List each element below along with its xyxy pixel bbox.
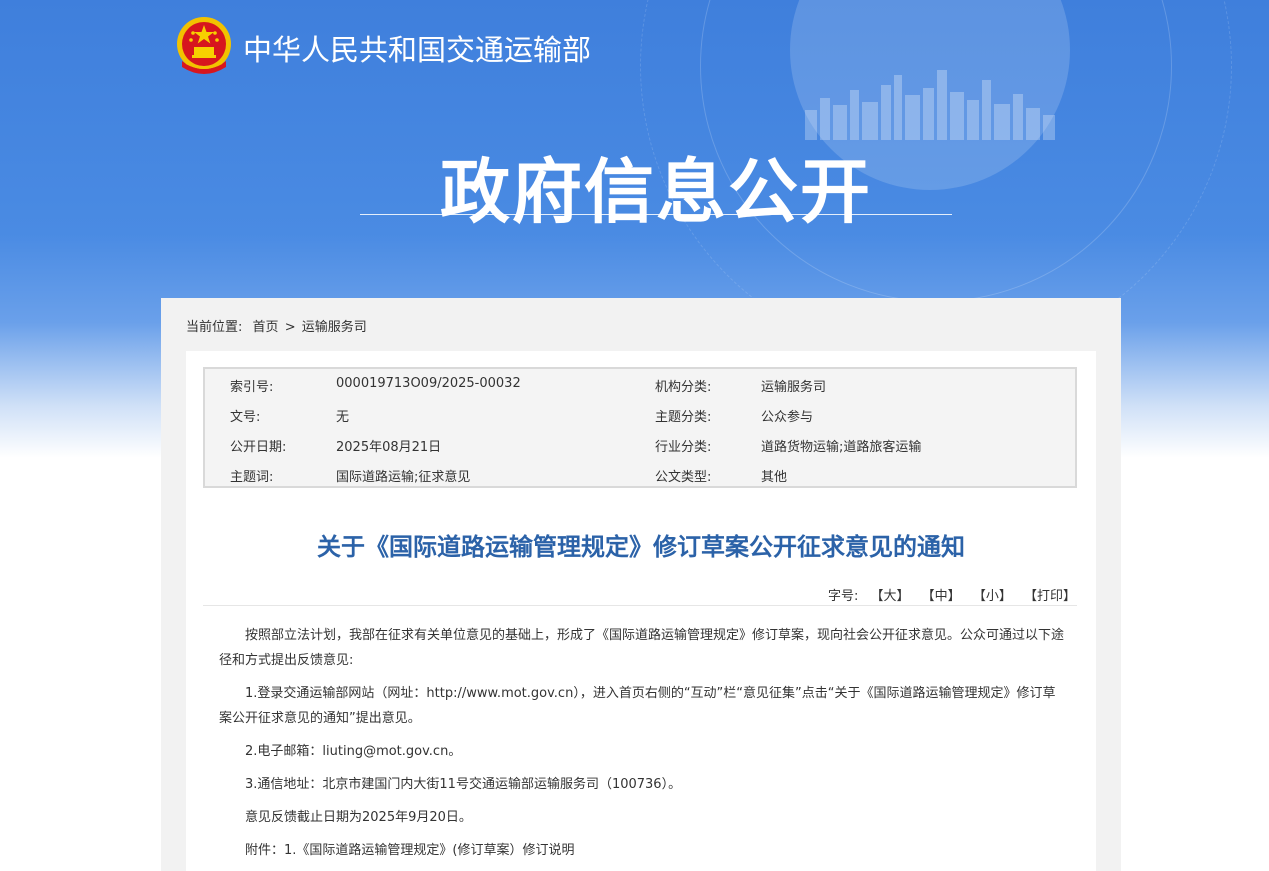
meta-label: 机构分类: [655, 380, 712, 395]
article-paragraph: 意见反馈截止日期为2025年9月20日。 [245, 810, 472, 825]
font-size-label: 字号: [827, 589, 859, 604]
metadata-table: 索引号: 000019713O09/2025-00032 机构分类: 运输服务司… [203, 367, 1077, 488]
metadata-row: 文号: 无 主题分类: 公众参与 [205, 399, 1079, 429]
city-skyline-graphic [805, 70, 1055, 140]
metadata-row: 索引号: 000019713O09/2025-00032 机构分类: 运输服务司 [205, 369, 1079, 399]
national-emblem-icon [177, 17, 231, 74]
breadcrumb-label: 当前位置: [186, 320, 243, 335]
hero-underline [360, 214, 952, 215]
meta-value: 000019713O09/2025-00032 [336, 376, 521, 391]
meta-value: 道路货物运输;道路旅客运输 [761, 440, 922, 455]
meta-label: 主题分类: [655, 410, 712, 425]
article-paragraph: 2.电子邮箱：liuting@mot.gov.cn。 [245, 744, 462, 759]
breadcrumb-current-link[interactable]: 运输服务司 [302, 320, 367, 335]
article-paragraph: 按照部立法计划，我部在征求有关单位意见的基础上，形成了《国际道路运输管理规定》修… [219, 628, 1065, 668]
meta-value: 国际道路运输;征求意见 [336, 470, 471, 485]
article-paragraph: 3.通信地址：北京市建国门内大街11号交通运输部运输服务司（100736）。 [245, 777, 682, 792]
breadcrumb: 当前位置: 首页 > 运输服务司 [186, 316, 373, 335]
main-content: 当前位置: 首页 > 运输服务司 索引号: 000019713O09/2025-… [161, 298, 1121, 871]
breadcrumb-separator: > [284, 320, 296, 335]
metadata-row: 公开日期: 2025年08月21日 行业分类: 道路货物运输;道路旅客运输 [205, 429, 1079, 459]
print-button[interactable]: 【打印】 [1024, 589, 1076, 604]
breadcrumb-home-link[interactable]: 首页 [253, 320, 279, 335]
meta-label: 公文类型: [655, 470, 712, 485]
metadata-row: 主题词: 国际道路运输;征求意见 公文类型: 其他 [205, 459, 1079, 489]
article-card: 索引号: 000019713O09/2025-00032 机构分类: 运输服务司… [186, 351, 1096, 871]
meta-value: 公众参与 [761, 410, 814, 425]
attachment-link[interactable]: 附件：1.《国际道路运输管理规定》(修订草案）修订说明 [219, 838, 1064, 863]
meta-label: 主题词: [230, 470, 274, 485]
font-large-button[interactable]: 【大】 [871, 589, 910, 604]
font-small-button[interactable]: 【小】 [973, 589, 1012, 604]
meta-label: 索引号: [230, 380, 274, 395]
hero-title: 政府信息公开 [440, 150, 872, 233]
title-divider [203, 605, 1077, 606]
meta-value: 其他 [761, 470, 788, 485]
meta-label: 行业分类: [655, 440, 712, 455]
site-name[interactable]: 中华人民共和国交通运输部 [243, 27, 591, 69]
article-body: 按照部立法计划，我部在征求有关单位意见的基础上，形成了《国际道路运输管理规定》修… [219, 623, 1064, 871]
article-title: 关于《国际道路运输管理规定》修订草案公开征求意见的通知 [317, 533, 965, 561]
article-paragraph: 1.登录交通运输部网站（网址：http://www.mot.gov.cn），进入… [219, 686, 1056, 726]
font-medium-button[interactable]: 【中】 [922, 589, 961, 604]
font-size-toolbar: 字号: 【大】 【中】 【小】 【打印】 [828, 585, 1076, 604]
meta-value: 2025年08月21日 [336, 440, 442, 455]
meta-value: 运输服务司 [761, 380, 827, 395]
meta-value: 无 [336, 410, 350, 425]
meta-label: 公开日期: [230, 440, 287, 455]
meta-label: 文号: [230, 410, 261, 425]
